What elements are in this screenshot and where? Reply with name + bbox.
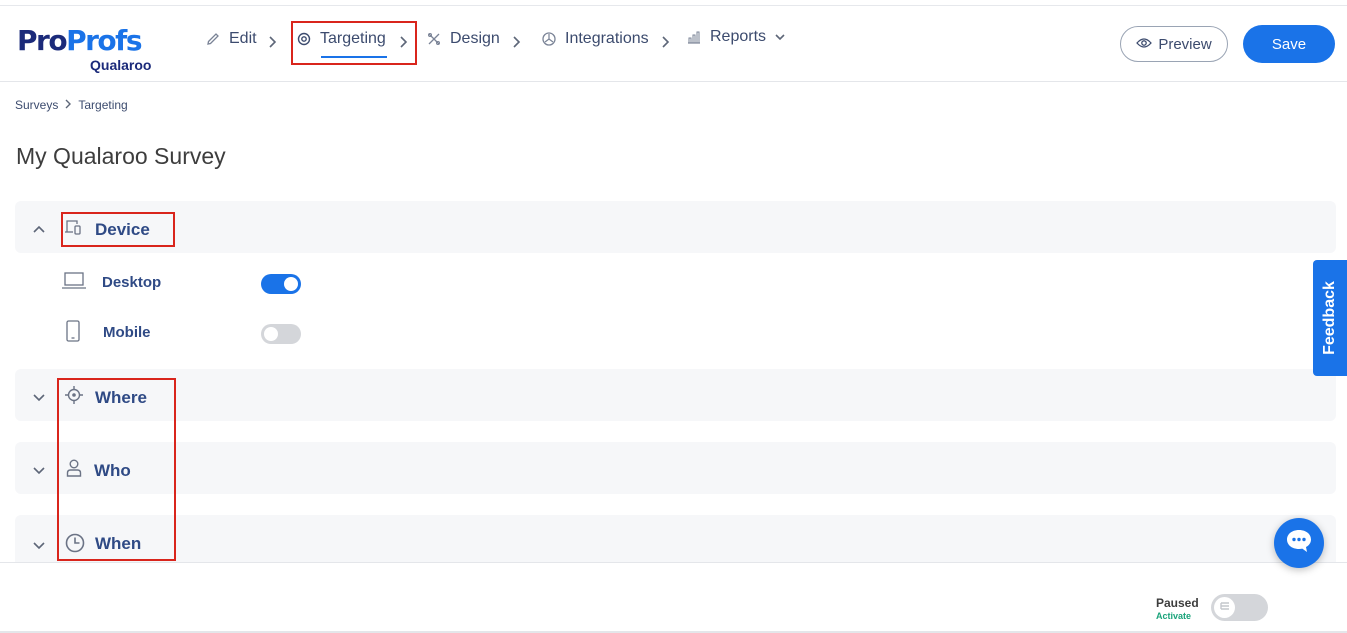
- mobile-toggle[interactable]: [261, 324, 301, 344]
- highlight-box-targeting: [291, 21, 417, 65]
- logo-text-profs: Profs: [66, 24, 142, 57]
- nav-integrations-label: Integrations: [565, 30, 649, 47]
- save-button[interactable]: Save: [1243, 25, 1335, 63]
- highlight-box-sections: [57, 378, 176, 561]
- header: ProProfs Qualaroo Edit Targeting Design: [0, 6, 1347, 82]
- proprofs-logo[interactable]: ProProfs Qualaroo: [17, 26, 162, 74]
- activate-link[interactable]: Activate: [1156, 611, 1191, 621]
- bar-chart-icon: [686, 29, 702, 45]
- preview-button[interactable]: Preview: [1120, 26, 1228, 62]
- nav-edit-label: Edit: [229, 30, 257, 47]
- preview-button-label: Preview: [1158, 35, 1212, 53]
- nav-design[interactable]: Design: [426, 30, 500, 48]
- section-device-header[interactable]: Device: [15, 201, 1336, 253]
- chevron-down-icon[interactable]: [32, 390, 46, 408]
- device-desktop-label: Desktop: [102, 274, 162, 291]
- pencil-icon: [205, 31, 221, 47]
- eye-icon: [1136, 36, 1153, 53]
- chevron-right-icon: [511, 35, 521, 54]
- page-title: My Qualaroo Survey: [16, 143, 226, 169]
- section-where-header[interactable]: Where: [15, 369, 1336, 421]
- chevron-right-icon: [660, 35, 670, 54]
- feedback-tab[interactable]: Feedback: [1313, 260, 1347, 376]
- breadcrumb-targeting: Targeting: [78, 98, 128, 112]
- design-tools-icon: [426, 31, 442, 47]
- chevron-up-icon[interactable]: [32, 221, 46, 239]
- desktop-toggle[interactable]: [261, 274, 301, 294]
- integrations-icon: [541, 31, 557, 47]
- breadcrumb-surveys[interactable]: Surveys: [15, 98, 58, 112]
- nav-reports[interactable]: Reports: [686, 28, 786, 46]
- logo-product-name: Qualaroo: [90, 57, 152, 73]
- laptop-icon: [62, 272, 86, 295]
- activate-toggle[interactable]: [1211, 594, 1268, 621]
- chevron-right-icon: [267, 35, 277, 54]
- chevron-down-icon: [774, 32, 786, 42]
- device-mobile-label: Mobile: [103, 324, 151, 341]
- feedback-tab-label: Feedback: [1321, 281, 1338, 355]
- highlight-box-device: [61, 212, 175, 247]
- nav-reports-label: Reports: [710, 28, 767, 45]
- breadcrumb: Surveys Targeting: [15, 98, 128, 112]
- chevron-down-icon[interactable]: [32, 463, 46, 481]
- mobile-phone-icon: [66, 320, 80, 347]
- status-label: Paused: [1156, 596, 1199, 610]
- section-when-header[interactable]: When: [15, 515, 1336, 562]
- chat-button[interactable]: [1274, 518, 1324, 568]
- logo-text-pro: Pro: [17, 24, 68, 57]
- pause-lines-icon: [1219, 599, 1231, 617]
- chat-bubble-icon: [1285, 528, 1313, 559]
- chevron-down-icon[interactable]: [32, 538, 46, 556]
- nav-integrations[interactable]: Integrations: [541, 30, 649, 48]
- footer-bar: [0, 562, 1347, 633]
- nav-edit[interactable]: Edit: [205, 30, 257, 48]
- chevron-right-icon: [64, 98, 72, 112]
- nav-design-label: Design: [450, 30, 500, 47]
- section-who-header[interactable]: Who: [15, 442, 1336, 494]
